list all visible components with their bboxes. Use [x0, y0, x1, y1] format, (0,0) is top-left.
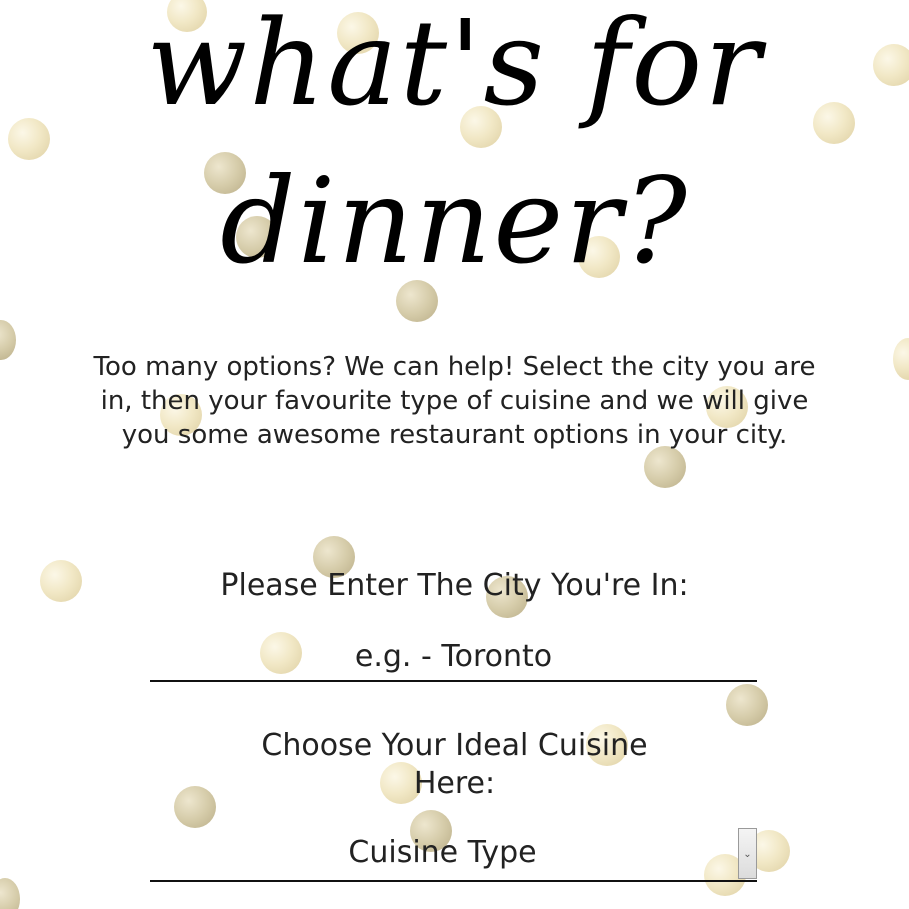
cuisine-select-value: Cuisine Type [348, 835, 537, 870]
page-content: what's for dinner? Too many options? We … [0, 0, 909, 909]
chevron-down-icon[interactable]: ⌄ [738, 828, 757, 879]
city-input[interactable] [150, 632, 757, 682]
cuisine-select[interactable]: Cuisine Type ⌄ [150, 828, 757, 882]
city-field-label: Please Enter The City You're In: [220, 568, 689, 603]
page-title-line-1: what's for [146, 0, 763, 132]
page-title-line-2: dinner? [220, 152, 689, 290]
cuisine-field-label: Choose Your Ideal Cuisine Here: [261, 728, 648, 801]
intro-description: Too many options? We can help! Select th… [93, 352, 816, 450]
